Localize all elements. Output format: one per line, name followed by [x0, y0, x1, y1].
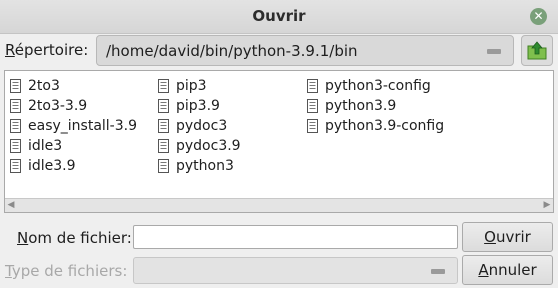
file-icon [10, 99, 21, 113]
file-icon [10, 139, 21, 153]
scroll-left-icon[interactable]: ◀ [5, 199, 17, 212]
file-name: pip3 [176, 78, 207, 94]
filename-input[interactable] [133, 225, 458, 249]
file-name: python3.9-config [325, 118, 445, 134]
file-name: pydoc3 [176, 118, 228, 134]
window-title: Ouvrir [252, 7, 306, 25]
close-icon: ✕ [533, 9, 544, 23]
file-name: 2to3 [28, 78, 60, 94]
folder-up-icon [527, 41, 547, 60]
horizontal-scrollbar[interactable]: ◀ ▶ [5, 198, 553, 212]
filetype-combo[interactable] [133, 257, 458, 284]
file-name: python3.9 [325, 98, 397, 114]
cancel-button[interactable]: Annuler [462, 255, 553, 285]
directory-combo[interactable]: /home/david/bin/python-3.9.1/bin [96, 35, 514, 66]
file-icon [307, 79, 318, 93]
file-icon [10, 159, 21, 173]
file-name: 2to3-3.9 [28, 98, 88, 114]
directory-path: /home/david/bin/python-3.9.1/bin [106, 42, 358, 60]
close-button[interactable]: ✕ [530, 8, 547, 25]
file-icon [10, 79, 21, 93]
file-icon [158, 119, 169, 133]
file-name: pydoc3.9 [176, 138, 241, 154]
scroll-right-icon[interactable]: ▶ [541, 199, 553, 212]
parent-directory-button[interactable] [521, 35, 553, 66]
file-name: idle3.9 [28, 158, 76, 174]
file-icon [158, 99, 169, 113]
file-name: easy_install-3.9 [28, 118, 137, 134]
combo-handle-icon [487, 49, 501, 54]
file-icon [307, 99, 318, 113]
file-name: python3 [176, 158, 234, 174]
file-icon [158, 159, 169, 173]
file-name: python3-config [325, 78, 431, 94]
file-name: pip3.9 [176, 98, 220, 114]
file-name: idle3 [28, 138, 63, 154]
combo-handle-icon [431, 269, 445, 274]
filename-label: Nom de fichier: [17, 229, 132, 247]
file-icon [307, 119, 318, 133]
open-button[interactable]: Ouvrir [462, 222, 553, 252]
filetype-label: Type de fichiers: [5, 262, 128, 280]
file-icon [10, 119, 21, 133]
file-list[interactable]: 2to3 2to3-3.9 easy_install-3.9 idle3 idle3.9… [4, 70, 554, 213]
file-icon [158, 139, 169, 153]
file-icon [158, 79, 169, 93]
directory-label: Répertoire: [5, 41, 89, 59]
